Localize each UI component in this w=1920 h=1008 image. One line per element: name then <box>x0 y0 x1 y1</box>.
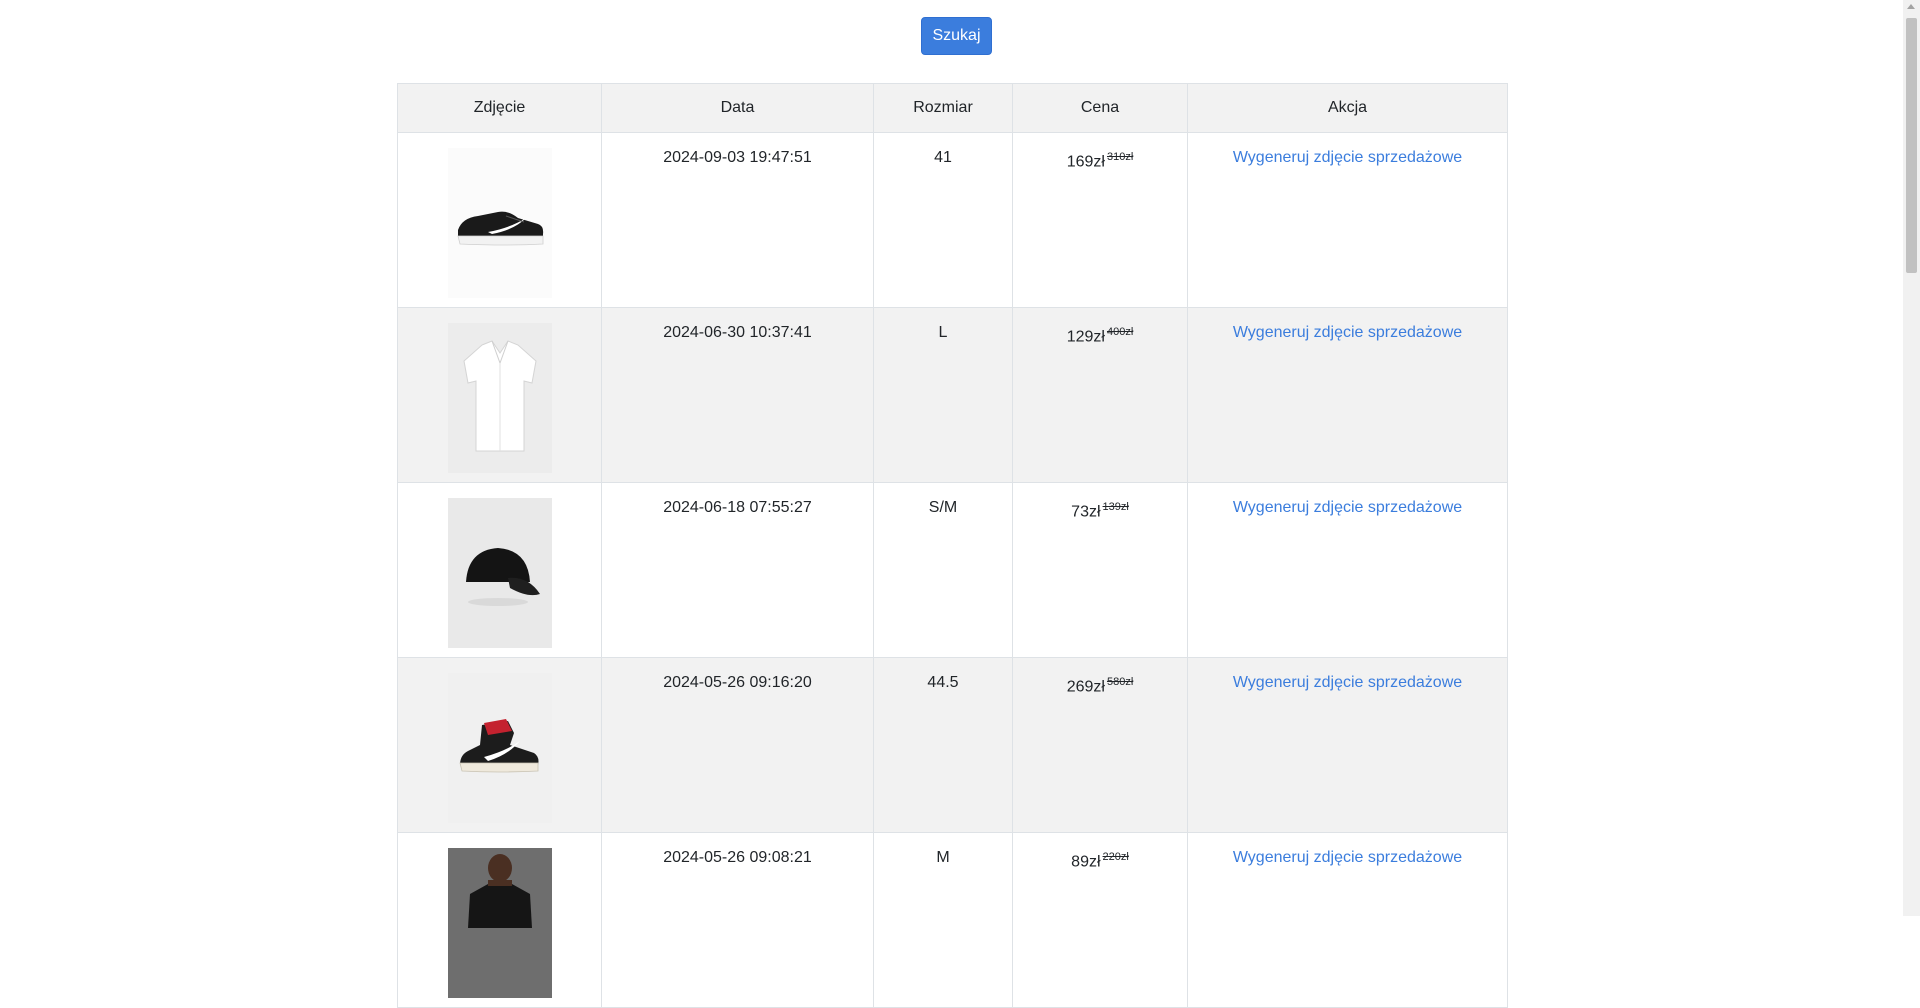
date-value: 2024-09-03 19:47:51 <box>663 149 812 166</box>
table-row: 2024-05-26 09:08:21 M 89zł 220zł Wygeneru… <box>397 832 1508 1008</box>
price-value: 129zł <box>1066 328 1105 346</box>
price-cell: 269zł 580zł <box>1012 657 1188 833</box>
action-cell: Wygeneruj zdjęcie sprzedażowe <box>1187 307 1508 483</box>
column-header-photo: Zdjęcie <box>397 83 602 133</box>
date-value: 2024-06-18 07:55:27 <box>663 499 812 516</box>
date-cell: 2024-06-18 07:55:27 <box>601 482 874 658</box>
size-cell: 44.5 <box>873 657 1013 833</box>
table-row: 2024-06-30 10:37:41 L 129zł 400zł Wygener… <box>397 307 1508 483</box>
action-cell: Wygeneruj zdjęcie sprzedażowe <box>1187 657 1508 833</box>
size-value: S/M <box>928 499 958 516</box>
old-price-value: 400zł <box>1106 326 1134 338</box>
results-table-container: Zdjęcie Data Rozmiar Cena Akcja 2024-09-… <box>397 83 1508 1008</box>
price-value: 169zł <box>1066 153 1105 171</box>
action-cell: Wygeneruj zdjęcie sprzedażowe <box>1187 832 1508 1008</box>
price-cell: 73zł 139zł <box>1012 482 1188 658</box>
table-header-row: Zdjęcie Data Rozmiar Cena Akcja <box>397 83 1508 133</box>
column-header-date: Data <box>601 83 874 133</box>
generate-sale-photo-link[interactable]: Wygeneruj zdjęcie sprzedażowe <box>1233 149 1462 166</box>
date-cell: 2024-05-26 09:16:20 <box>601 657 874 833</box>
table-row: 2024-09-03 19:47:51 41 169zł 310zł Wygene… <box>397 132 1508 308</box>
date-cell: 2024-05-26 09:08:21 <box>601 832 874 1008</box>
photo-cell <box>397 482 602 658</box>
old-price-value: 580zł <box>1106 676 1134 688</box>
date-cell: 2024-06-30 10:37:41 <box>601 307 874 483</box>
vertical-scrollbar[interactable] <box>1903 0 1920 916</box>
date-cell: 2024-09-03 19:47:51 <box>601 132 874 308</box>
column-header-price: Cena <box>1012 83 1188 133</box>
search-button[interactable]: Szukaj <box>921 17 992 55</box>
table-row: 2024-05-26 09:16:20 44.5 269zł 580zł Wyge… <box>397 657 1508 833</box>
size-value: L <box>938 324 948 341</box>
generate-sale-photo-link[interactable]: Wygeneruj zdjęcie sprzedażowe <box>1233 499 1462 516</box>
size-cell: M <box>873 832 1013 1008</box>
price-cell: 169zł 310zł <box>1012 132 1188 308</box>
old-price-value: 139zł <box>1102 501 1129 513</box>
price-value: 269zł <box>1066 678 1105 696</box>
photo-cell <box>397 657 602 833</box>
photo-cell <box>397 132 602 308</box>
black-tshirt-model-image <box>447 848 552 998</box>
size-value: M <box>936 849 950 866</box>
table-row: 2024-06-18 07:55:27 S/M 73zł 139zł Wygene… <box>397 482 1508 658</box>
price-value: 89zł <box>1071 853 1101 871</box>
black-cap-image <box>447 498 552 648</box>
size-value: 41 <box>934 149 952 166</box>
action-cell: Wygeneruj zdjęcie sprzedażowe <box>1187 132 1508 308</box>
old-price-value: 220zł <box>1102 851 1129 863</box>
scroll-up-arrow-icon[interactable] <box>1907 4 1915 9</box>
photo-cell <box>397 307 602 483</box>
photo-cell <box>397 832 602 1008</box>
action-cell: Wygeneruj zdjęcie sprzedażowe <box>1187 482 1508 658</box>
white-shirt-image <box>447 323 552 473</box>
scrollbar-thumb[interactable] <box>1906 18 1917 273</box>
size-cell: L <box>873 307 1013 483</box>
old-price-value: 310zł <box>1106 151 1134 163</box>
generate-sale-photo-link[interactable]: Wygeneruj zdjęcie sprzedażowe <box>1233 324 1462 341</box>
results-table: Zdjęcie Data Rozmiar Cena Akcja 2024-09-… <box>397 83 1508 1008</box>
size-cell: 41 <box>873 132 1013 308</box>
price-cell: 89zł 220zł <box>1012 832 1188 1008</box>
price-value: 73zł <box>1071 503 1101 521</box>
date-value: 2024-06-30 10:37:41 <box>663 324 812 341</box>
date-value: 2024-05-26 09:16:20 <box>663 674 812 691</box>
generate-sale-photo-link[interactable]: Wygeneruj zdjęcie sprzedażowe <box>1233 849 1462 866</box>
black-white-sneaker-image <box>447 148 552 298</box>
column-header-action: Akcja <box>1187 83 1508 133</box>
column-header-size: Rozmiar <box>873 83 1013 133</box>
size-cell: S/M <box>873 482 1013 658</box>
red-high-top-sneaker-image <box>447 673 552 823</box>
size-value: 44.5 <box>927 674 959 691</box>
date-value: 2024-05-26 09:08:21 <box>663 849 812 866</box>
generate-sale-photo-link[interactable]: Wygeneruj zdjęcie sprzedażowe <box>1233 674 1462 691</box>
price-cell: 129zł 400zł <box>1012 307 1188 483</box>
